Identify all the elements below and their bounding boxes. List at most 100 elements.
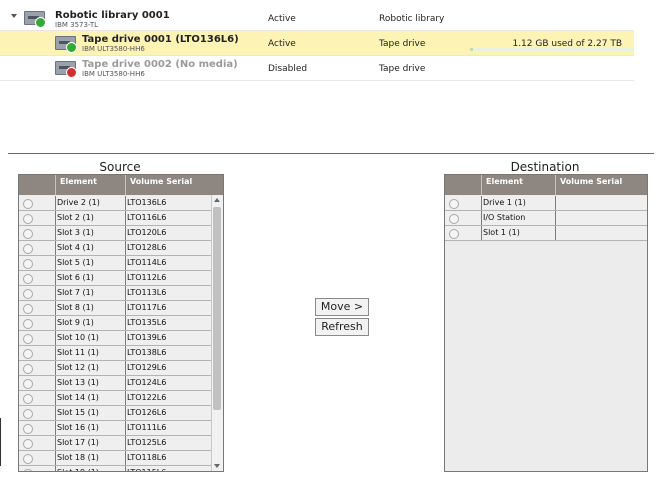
table-row[interactable]: Drive 2 (1) LTO136L6 bbox=[19, 196, 211, 211]
element-cell: Slot 13 (1) bbox=[55, 376, 125, 390]
table-row[interactable]: Slot 19 (1)LTO115L6 bbox=[19, 466, 211, 471]
table-row[interactable]: Slot 2 (1) LTO116L6 bbox=[19, 211, 211, 226]
element-cell: Slot 2 (1) bbox=[55, 211, 125, 225]
table-row[interactable]: Slot 16 (1) LTO111L6 bbox=[19, 421, 211, 436]
row-radio[interactable] bbox=[23, 424, 33, 434]
volume-serial-cell: LTO138L6 bbox=[125, 346, 211, 360]
element-cell: Slot 3 (1) bbox=[55, 226, 125, 240]
element-cell: Drive 1 (1) bbox=[481, 196, 555, 210]
column-header-volume-serial[interactable]: Volume Serial bbox=[555, 175, 647, 195]
row-radio[interactable] bbox=[23, 244, 33, 254]
element-cell: Slot 1 (1) bbox=[481, 226, 555, 240]
table-row[interactable]: Slot 5 (1) LTO114L6 bbox=[19, 256, 211, 271]
table-row[interactable]: Drive 1 (1) bbox=[445, 196, 647, 211]
library-model: IBM 3573-TL bbox=[55, 21, 99, 29]
row-radio[interactable] bbox=[23, 364, 33, 374]
tree-row-library[interactable]: Robotic library 0001 IBM 3573-TL Active … bbox=[0, 6, 634, 31]
row-radio[interactable] bbox=[449, 214, 459, 224]
row-radio[interactable] bbox=[23, 289, 33, 299]
element-cell: Slot 8 (1) bbox=[55, 301, 125, 315]
capacity-bar-fill bbox=[470, 48, 474, 51]
volume-serial-cell: LTO139L6 bbox=[125, 331, 211, 345]
element-cell: Slot 4 (1) bbox=[55, 241, 125, 255]
row-radio[interactable] bbox=[23, 439, 33, 449]
table-row[interactable]: Slot 3 (1) LTO120L6 bbox=[19, 226, 211, 241]
table-row[interactable]: Slot 18 (1) LTO118L6 bbox=[19, 451, 211, 466]
source-grid: Element Volume Serial Drive 2 (1) LTO136L… bbox=[18, 174, 224, 472]
table-row[interactable]: Slot 4 (1) LTO128L6 bbox=[19, 241, 211, 256]
device-tree: Robotic library 0001 IBM 3573-TL Active … bbox=[0, 6, 634, 81]
table-row[interactable]: I/O Station bbox=[445, 211, 647, 226]
table-row[interactable]: Slot 15 (1) LTO126L6 bbox=[19, 406, 211, 421]
table-row[interactable]: Slot 17 (1) LTO125L6 bbox=[19, 436, 211, 451]
table-row[interactable]: Slot 1 (1) bbox=[445, 226, 647, 241]
refresh-button[interactable]: Refresh bbox=[315, 318, 369, 336]
row-radio[interactable] bbox=[449, 229, 459, 239]
tree-row-drive-0001[interactable]: Tape drive 0001 (LTO136L6) IBM ULT3580-H… bbox=[0, 31, 634, 56]
row-radio[interactable] bbox=[23, 394, 33, 404]
library-type: Robotic library bbox=[379, 14, 445, 24]
table-row[interactable]: Slot 10 (1) LTO139L6 bbox=[19, 331, 211, 346]
row-radio[interactable] bbox=[23, 454, 33, 464]
source-scrollbar[interactable] bbox=[211, 195, 223, 471]
column-header-element[interactable]: Element bbox=[481, 175, 555, 195]
source-panel: Source bbox=[18, 160, 222, 174]
table-row[interactable]: Slot 12 (1) LTO129L6 bbox=[19, 361, 211, 376]
element-cell: I/O Station bbox=[481, 211, 555, 225]
volume-serial-cell: LTO122L6 bbox=[125, 391, 211, 405]
destination-grid-header: Element Volume Serial bbox=[445, 175, 647, 195]
table-row[interactable]: Slot 7 (1) LTO113L6 bbox=[19, 286, 211, 301]
row-radio[interactable] bbox=[449, 199, 459, 209]
volume-serial-cell: LTO120L6 bbox=[125, 226, 211, 240]
table-row[interactable]: Slot 9 (1) LTO135L6 bbox=[19, 316, 211, 331]
element-cell: Slot 14 (1) bbox=[55, 391, 125, 405]
volume-serial-cell bbox=[555, 211, 647, 225]
row-radio[interactable] bbox=[23, 409, 33, 419]
row-radio[interactable] bbox=[23, 229, 33, 239]
row-radio[interactable] bbox=[23, 304, 33, 314]
element-cell: Slot 5 (1) bbox=[55, 256, 125, 270]
element-cell: Slot 10 (1) bbox=[55, 331, 125, 345]
row-radio[interactable] bbox=[23, 469, 33, 471]
column-header-volume-serial[interactable]: Volume Serial bbox=[125, 175, 223, 195]
table-row[interactable]: Slot 11 (1) LTO138L6 bbox=[19, 346, 211, 361]
drive-model: IBM ULT3580-HH6 bbox=[82, 70, 145, 78]
drive-title: Tape drive 0001 (LTO136L6) bbox=[82, 34, 239, 45]
row-radio[interactable] bbox=[23, 319, 33, 329]
library-status: Active bbox=[268, 14, 296, 24]
volume-serial-cell: LTO112L6 bbox=[125, 271, 211, 285]
row-radio[interactable] bbox=[23, 199, 33, 209]
element-cell: Slot 17 (1) bbox=[55, 436, 125, 450]
status-ok-icon bbox=[35, 17, 46, 28]
element-cell: Slot 9 (1) bbox=[55, 316, 125, 330]
source-title: Source bbox=[99, 160, 141, 174]
volume-serial-cell bbox=[555, 226, 647, 240]
table-row[interactable]: Slot 6 (1) LTO112L6 bbox=[19, 271, 211, 286]
row-radio[interactable] bbox=[23, 274, 33, 284]
tree-row-drive-0002[interactable]: Tape drive 0002 (No media) IBM ULT3580-H… bbox=[0, 56, 634, 81]
library-title: Robotic library 0001 bbox=[55, 10, 170, 21]
tape-drive-icon bbox=[55, 60, 77, 78]
row-radio[interactable] bbox=[23, 334, 33, 344]
table-row[interactable]: Slot 14 (1) LTO122L6 bbox=[19, 391, 211, 406]
tape-drive-icon bbox=[55, 35, 77, 53]
volume-serial-cell bbox=[555, 196, 647, 210]
move-button[interactable]: Move > bbox=[315, 298, 369, 316]
row-radio[interactable] bbox=[23, 214, 33, 224]
scrollbar-thumb[interactable] bbox=[213, 207, 221, 410]
drive-type: Tape drive bbox=[379, 64, 426, 74]
scroll-up-icon[interactable] bbox=[214, 198, 220, 202]
expand-caret-icon[interactable] bbox=[11, 14, 17, 18]
drive-status: Active bbox=[268, 39, 296, 49]
scroll-down-icon[interactable] bbox=[214, 464, 220, 468]
row-radio[interactable] bbox=[23, 259, 33, 269]
row-radio[interactable] bbox=[23, 349, 33, 359]
row-radio[interactable] bbox=[23, 379, 33, 389]
element-cell: Slot 18 (1) bbox=[55, 451, 125, 465]
status-ok-icon bbox=[66, 42, 77, 53]
element-cell: Slot 7 (1) bbox=[55, 286, 125, 300]
column-header-element[interactable]: Element bbox=[55, 175, 125, 195]
table-row[interactable]: Slot 13 (1) LTO124L6 bbox=[19, 376, 211, 391]
table-row[interactable]: Slot 8 (1) LTO117L6 bbox=[19, 301, 211, 316]
edge-mark bbox=[0, 418, 1, 466]
